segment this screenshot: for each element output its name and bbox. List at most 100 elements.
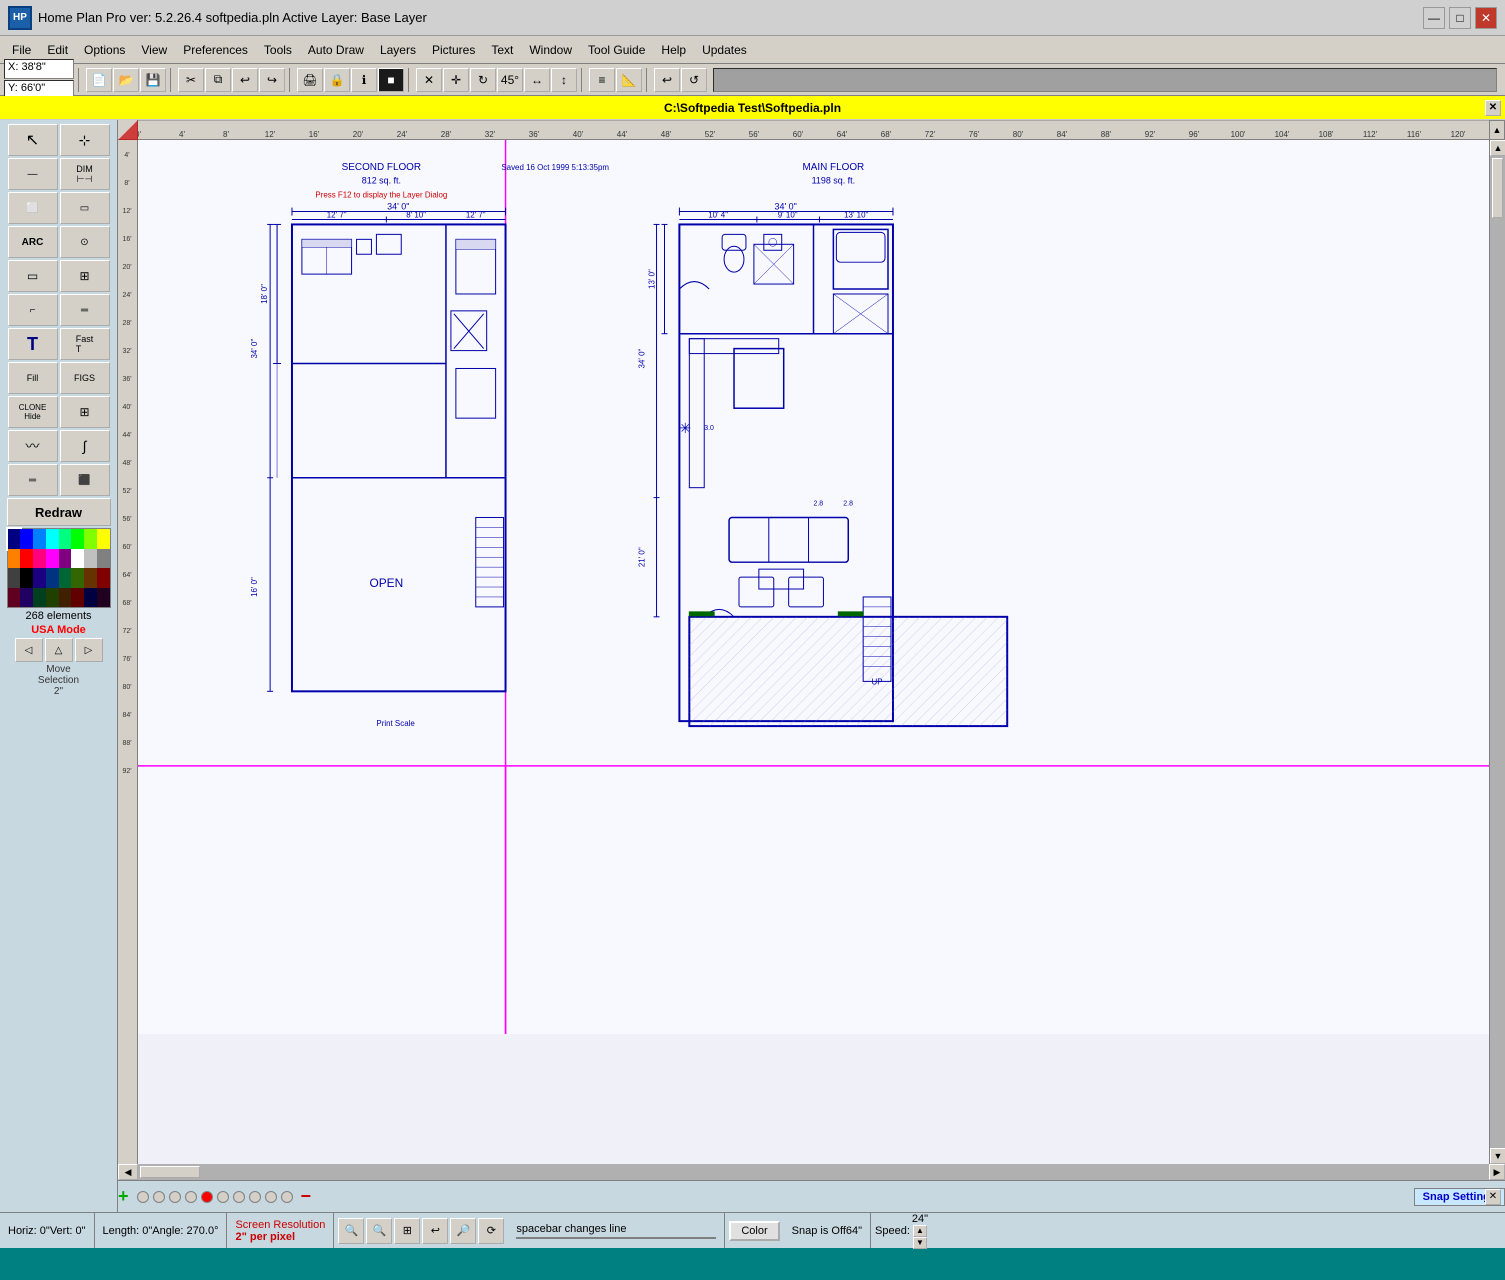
color-cell-1[interactable] [20,529,33,549]
color-cell-3[interactable] [46,529,59,549]
color-cell-9[interactable] [20,549,33,569]
zoom-refresh-button[interactable]: ⟳ [478,1218,504,1244]
color-cell-19[interactable] [46,568,59,588]
fill-tool[interactable]: Fill [8,362,58,394]
scroll-down-button[interactable]: ▼ [1490,1148,1505,1164]
scroll-left-end-button[interactable]: ◀ [118,1164,138,1180]
zoom-prev-button[interactable]: ↩ [422,1218,448,1244]
rect-tool[interactable]: ▭ [60,192,110,224]
flip-v-button[interactable]: ↕ [551,68,577,92]
dim-tool[interactable]: DIM ⊢⊣ [60,158,110,190]
color-cell-24[interactable] [8,588,21,608]
layer-dot-10[interactable] [281,1191,293,1203]
layer-dot-1[interactable] [137,1191,149,1203]
stair-tool[interactable]: ⌐ [8,294,58,326]
scroll-track-v[interactable] [1490,156,1505,1148]
color-cell-13[interactable] [71,549,84,569]
layer-dot-8[interactable] [249,1191,261,1203]
zoom-out-button[interactable]: 🔍 [366,1218,392,1244]
print-button[interactable]: 🖨 [297,68,323,92]
close-button[interactable]: ✕ [1475,7,1497,29]
text-tool[interactable]: T [8,328,58,360]
h-scroll-track[interactable] [138,1164,1489,1180]
scroll-right-end-button[interactable]: ▶ [1489,1164,1505,1180]
color-cell-2[interactable] [33,529,46,549]
path-bar-close-button[interactable]: ✕ [1485,100,1501,116]
zoom-window-button[interactable]: 🔎 [450,1218,476,1244]
scroll-up-button[interactable]: ▲ [1490,140,1505,156]
menu-updates[interactable]: Updates [694,36,755,63]
color-cell-6[interactable] [84,529,97,549]
copy-button[interactable]: ⧉ [205,68,231,92]
box-tool[interactable]: ⬛ [60,464,110,496]
drawing-area[interactable]: SECOND FLOOR 812 sq. ft. Press F12 to di… [138,140,1489,1164]
color-cell-17[interactable] [20,568,33,588]
menu-text[interactable]: Text [483,36,521,63]
fast-text-tool[interactable]: FastT [60,328,110,360]
layer-dot-6[interactable] [217,1191,229,1203]
wall-tool[interactable]: ▭ [8,260,58,292]
menu-layers[interactable]: Layers [372,36,424,63]
refresh-button[interactable]: ↺ [681,68,707,92]
dot-bar-close-button[interactable]: ✕ [1485,1189,1501,1205]
menu-preferences[interactable]: Preferences [175,36,256,63]
clone-tool[interactable]: CLONE Hide [8,396,58,428]
rotate-button[interactable]: ↻ [470,68,496,92]
color-cell-28[interactable] [59,588,72,608]
move-right-button[interactable]: ▷ [75,638,103,662]
measure-button[interactable]: 📐 [616,68,642,92]
menu-options[interactable]: Options [76,36,133,63]
color-cell-31[interactable] [97,588,110,608]
color-cell-21[interactable] [71,568,84,588]
cut-button[interactable]: ✂ [178,68,204,92]
color-cell-0[interactable] [8,529,21,549]
menu-window[interactable]: Window [521,36,580,63]
menu-tools[interactable]: Tools [256,36,300,63]
move-left-button[interactable]: ◁ [15,638,43,662]
layer-dot-active[interactable] [201,1191,213,1203]
color-cell-15[interactable] [97,549,110,569]
menu-view[interactable]: View [133,36,175,63]
wave-tool[interactable]: 〰 [8,430,58,462]
add-layer-button[interactable]: + [118,1186,129,1207]
select-button[interactable]: ✕ [416,68,442,92]
speed-up-button[interactable]: ▲ [913,1225,927,1237]
redraw-button[interactable]: Redraw [7,498,111,526]
move-up-button[interactable]: △ [45,638,73,662]
layer-dot-2[interactable] [153,1191,165,1203]
open-button[interactable]: 📂 [113,68,139,92]
lock-button[interactable]: 🔒 [324,68,350,92]
color-cell-5[interactable] [71,529,84,549]
speed-down-button[interactable]: ▼ [913,1237,927,1249]
menu-pictures[interactable]: Pictures [424,36,483,63]
menu-autodraw[interactable]: Auto Draw [300,36,372,63]
line-tool[interactable]: — [8,158,58,190]
scroll-thumb-v[interactable] [1492,158,1503,218]
color-cell-4[interactable] [59,529,72,549]
color-cell-8[interactable] [8,549,21,569]
color-cell-29[interactable] [71,588,84,608]
menu-help[interactable]: Help [653,36,694,63]
color-cell-16[interactable] [8,568,21,588]
new-button[interactable]: 📄 [86,68,112,92]
flip-h-button[interactable]: ↔ [524,68,550,92]
curve-tool[interactable]: ∫ [60,430,110,462]
scroll-up-button[interactable]: ▲ [1489,120,1505,140]
color-cell-23[interactable] [97,568,110,588]
arrow-tool[interactable]: ↖ [8,124,58,156]
color-cell-12[interactable] [59,549,72,569]
move-button[interactable]: ✛ [443,68,469,92]
select-tool[interactable]: ⊹ [60,124,110,156]
symbol-tool[interactable]: ⊞ [60,396,110,428]
color-cell-20[interactable] [59,568,72,588]
redo-button[interactable]: ↪ [259,68,285,92]
info-button[interactable]: ℹ [351,68,377,92]
zoom-fit-button[interactable]: ⊞ [394,1218,420,1244]
rect-outline-tool[interactable]: ⬜ [8,192,58,224]
color-cell-30[interactable] [84,588,97,608]
color-cell-22[interactable] [84,568,97,588]
zoom-in-button[interactable]: 🔍 [338,1218,364,1244]
circle-tool[interactable]: ⊙ [60,226,110,258]
color-cell-25[interactable] [20,588,33,608]
save-button[interactable]: 💾 [140,68,166,92]
